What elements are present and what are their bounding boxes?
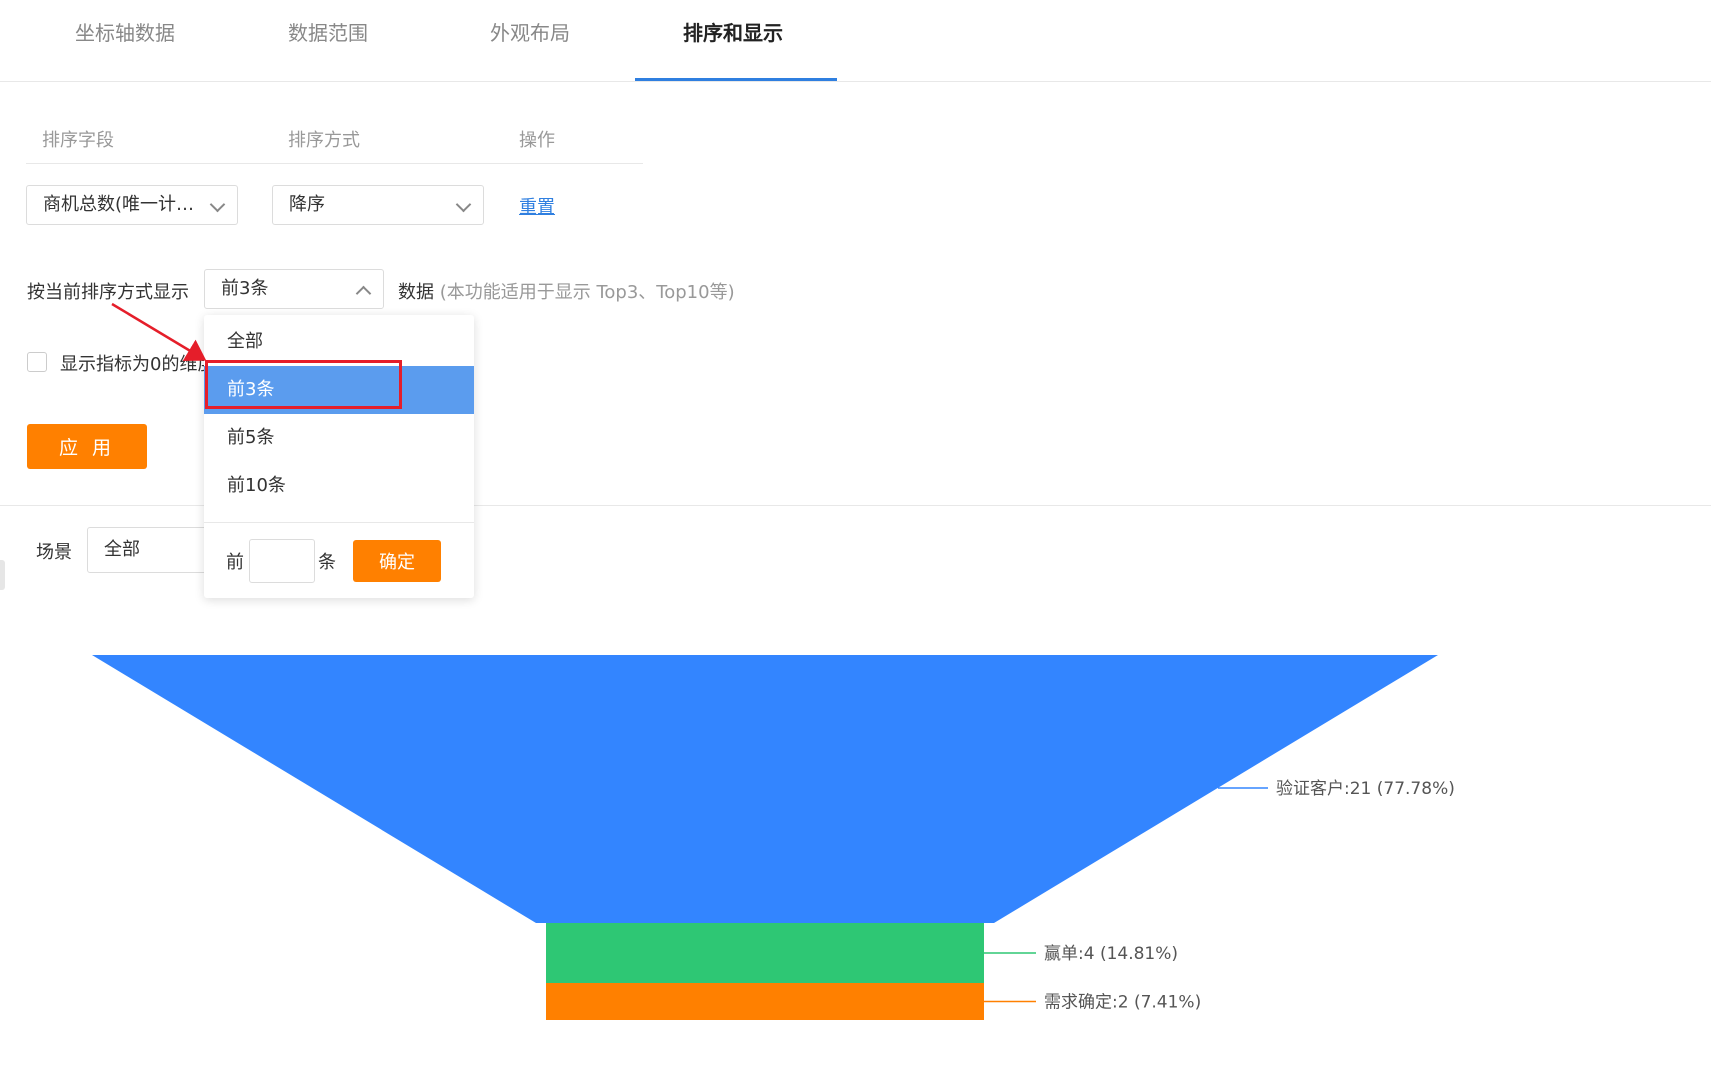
funnel-segment-verify-customer[interactable] xyxy=(92,655,1438,923)
confirm-button[interactable]: 确定 xyxy=(353,540,441,582)
dropdown-option-all[interactable]: 全部 xyxy=(204,318,474,366)
custom-top-prefix: 前 xyxy=(226,552,244,573)
custom-top-input[interactable] xyxy=(249,539,315,583)
dropdown-option-top10[interactable]: 前10条 xyxy=(204,462,474,510)
funnel-label-verify-customer: 验证客户:21 (77.78%) xyxy=(1276,779,1455,799)
funnel-segment-win[interactable] xyxy=(546,923,984,983)
custom-top-suffix: 条 xyxy=(318,552,336,573)
funnel-label-win: 赢单:4 (14.81%) xyxy=(1044,944,1178,964)
annotation-highlight-box xyxy=(205,360,402,409)
funnel-segment-requirement[interactable] xyxy=(546,983,984,1020)
dropdown-divider xyxy=(204,522,474,523)
top-n-dropdown: 全部 前3条 前5条 前10条 前 条 确定 xyxy=(204,315,474,598)
dropdown-option-top5[interactable]: 前5条 xyxy=(204,414,474,462)
funnel-label-requirement: 需求确定:2 (7.41%) xyxy=(1044,993,1201,1013)
